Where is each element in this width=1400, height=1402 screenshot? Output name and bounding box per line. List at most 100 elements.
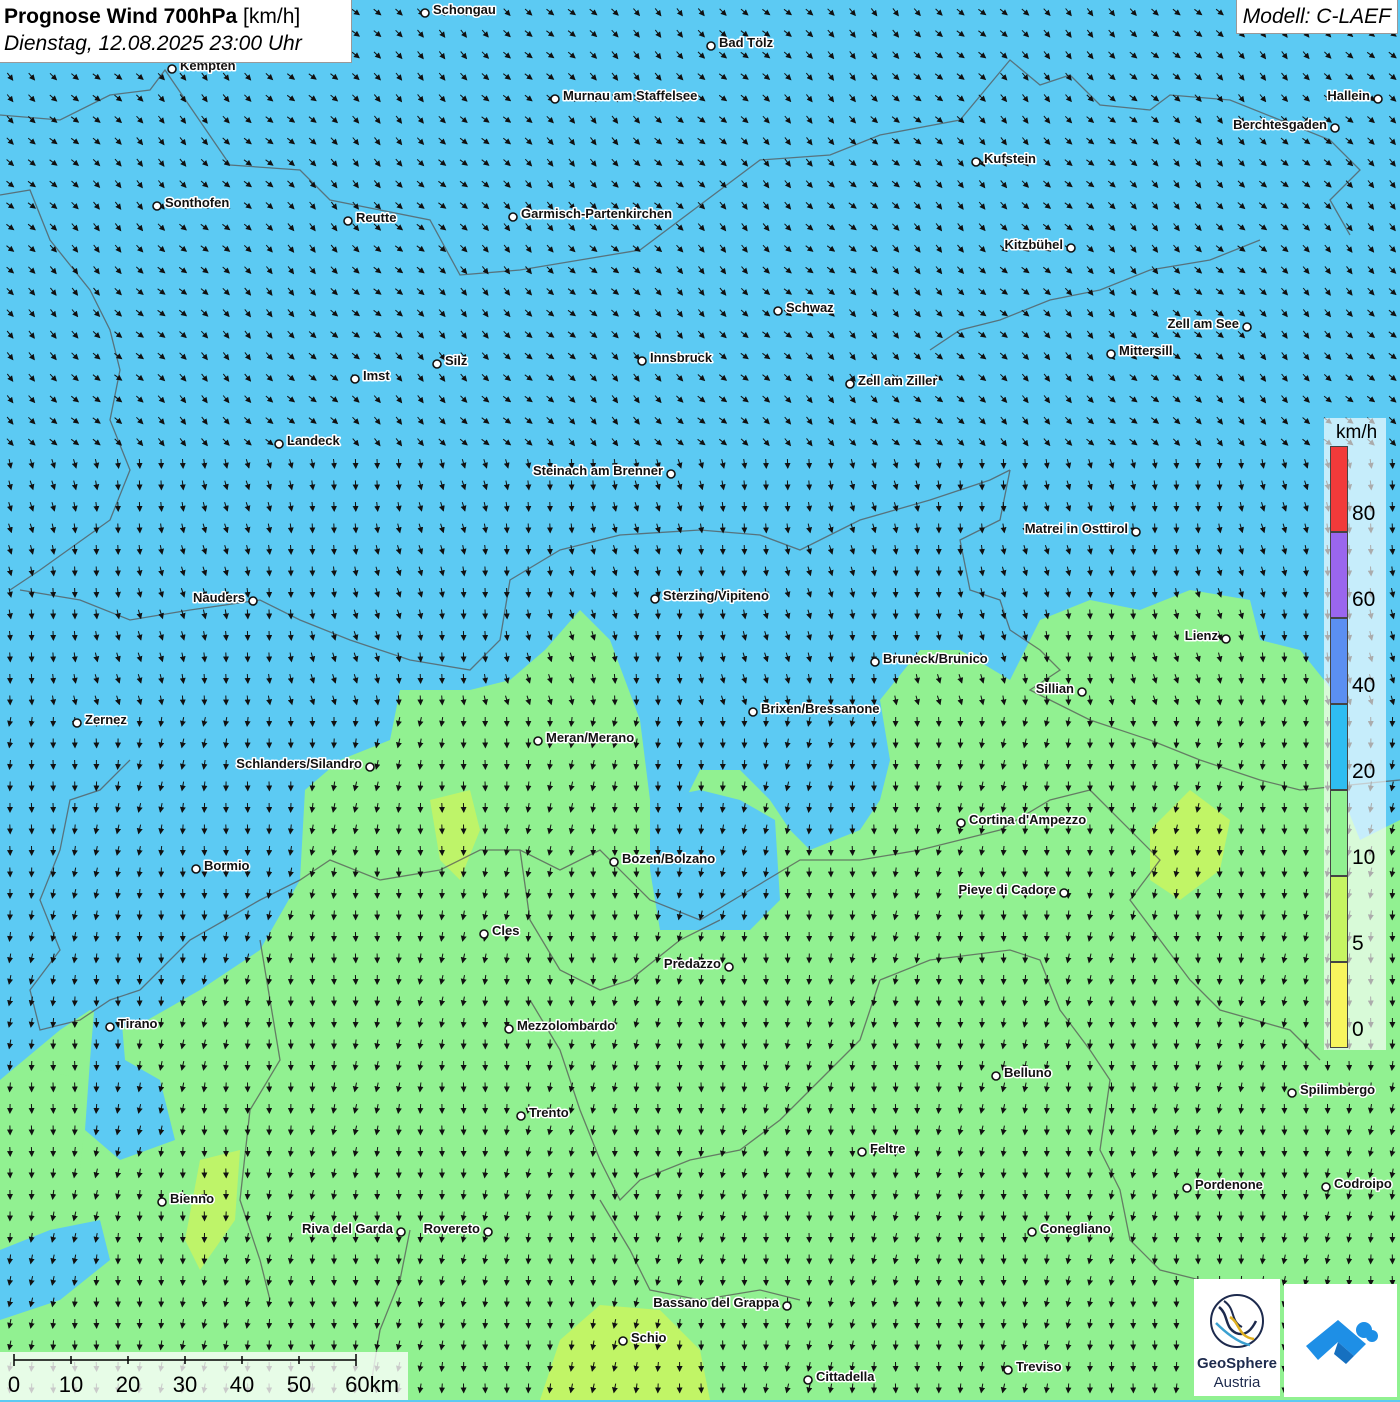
city-label: Murnau am Staffelsee xyxy=(563,88,697,103)
city-label: Mezzolombardo xyxy=(517,1018,615,1033)
wind-arrow xyxy=(744,932,745,941)
wind-arrow xyxy=(1003,1169,1004,1178)
city-label: Sterzing/Vipiteno xyxy=(663,588,769,603)
city-label: Nauders xyxy=(193,590,245,605)
wind-arrow xyxy=(1133,803,1134,812)
city-dot xyxy=(651,595,659,603)
wind-arrow xyxy=(420,1104,421,1113)
city-label: Kufstein xyxy=(984,151,1036,166)
city-label: Zell am See xyxy=(1167,316,1239,331)
geosphere-logo[interactable]: GeoSphere Austria xyxy=(1194,1279,1280,1396)
city-marker: Spilimbergo xyxy=(1288,1082,1375,1097)
city-marker: Bozen/Bolzano xyxy=(610,851,715,866)
legend-tick-label: 40 xyxy=(1352,674,1375,698)
wind-arrow xyxy=(291,1126,292,1135)
city-label: Cortina d'Ampezzo xyxy=(969,812,1086,827)
wind-arrow xyxy=(204,1255,205,1264)
city-label: Rovereto xyxy=(424,1221,480,1236)
wind-arrow xyxy=(982,524,983,533)
city-dot xyxy=(480,930,488,938)
city-label: Landeck xyxy=(287,433,341,448)
legend-band xyxy=(1330,962,1348,1048)
wind-arrow xyxy=(1284,696,1285,705)
scale-bar-line xyxy=(0,1352,408,1372)
wind-arrow xyxy=(1176,481,1177,490)
wind-arrow xyxy=(874,1190,875,1199)
wind-arrow xyxy=(1133,975,1134,984)
wind-arrow xyxy=(53,588,54,597)
city-marker: Steinach am Brenner xyxy=(533,463,675,478)
city-label: Pieve di Cadore xyxy=(958,882,1056,897)
city-dot xyxy=(1004,1366,1012,1374)
legend-band xyxy=(1330,876,1348,962)
wind-arrow xyxy=(442,1212,443,1221)
wind-legend: km/h 051020406080 xyxy=(1324,418,1386,1050)
wind-arrow xyxy=(615,1126,616,1135)
legend-unit: km/h xyxy=(1336,422,1377,444)
city-label: Berchtesgaden xyxy=(1233,117,1327,132)
wind-arrow xyxy=(1155,1083,1156,1092)
wind-arrow xyxy=(31,739,32,748)
city-dot xyxy=(249,597,257,605)
wind-arrow xyxy=(658,1061,659,1070)
wind-arrow xyxy=(161,1319,162,1328)
map-title-main: Prognose Wind 700hPa xyxy=(4,5,237,28)
scale-label: 60km xyxy=(345,1372,399,1398)
city-dot xyxy=(1132,528,1140,536)
wind-arrow xyxy=(895,588,896,597)
city-label: Kitzbühel xyxy=(1005,237,1064,252)
wind-arrow xyxy=(1068,1384,1069,1393)
wind-arrow xyxy=(895,846,896,855)
wind-arrow xyxy=(939,954,940,963)
legend-tick-label: 60 xyxy=(1352,588,1375,612)
city-dot xyxy=(366,763,374,771)
wind-arrow xyxy=(744,1384,745,1393)
wind-arrow xyxy=(528,1083,529,1092)
legend-band xyxy=(1330,790,1348,876)
wind-arrow xyxy=(787,1319,788,1328)
wind-arrow xyxy=(766,1212,767,1221)
city-label: Bassano del Grappa xyxy=(653,1295,779,1310)
city-marker: Bassano del Grappa xyxy=(653,1295,791,1310)
legend-band xyxy=(1330,446,1348,532)
city-marker: Schlanders/Silandro xyxy=(236,756,374,771)
wind-arrow xyxy=(1133,610,1134,619)
legend-tick-label: 80 xyxy=(1352,502,1375,526)
wind-arrow xyxy=(679,1341,680,1350)
wind-arrow xyxy=(463,868,464,877)
city-label: Riva del Garda xyxy=(302,1221,394,1236)
geosphere-mark-icon xyxy=(1194,1287,1280,1357)
wind-arrow xyxy=(593,481,594,490)
wind-arrow xyxy=(744,567,745,576)
wind-arrow xyxy=(939,782,940,791)
city-dot xyxy=(1078,688,1086,696)
city-label: Brixen/Bressanone xyxy=(761,701,880,716)
wind-arrow xyxy=(1068,760,1069,769)
city-marker: Matrei in Osttirol xyxy=(1025,521,1140,536)
city-dot xyxy=(1183,1184,1191,1192)
city-marker: Bruneck/Brunico xyxy=(871,651,988,666)
wind-arrow xyxy=(593,1298,594,1307)
wind-arrow xyxy=(1155,1255,1156,1264)
city-label: Imst xyxy=(363,368,390,383)
wind-arrow xyxy=(895,1018,896,1027)
city-dot xyxy=(619,1337,627,1345)
city-dot xyxy=(1060,889,1068,897)
wind-arrow xyxy=(744,760,745,769)
wind-arrow xyxy=(1263,782,1264,791)
city-dot xyxy=(158,1198,166,1206)
scale-label: 0 xyxy=(8,1372,20,1398)
app-logo-icon xyxy=(1284,1284,1397,1397)
wind-arrow xyxy=(377,997,378,1006)
city-label: Schwaz xyxy=(786,300,834,315)
wind-arrow xyxy=(636,653,637,662)
city-dot xyxy=(1107,350,1115,358)
wind-arrow xyxy=(1068,1212,1069,1221)
city-label: Hallein xyxy=(1327,88,1370,103)
city-label: Reutte xyxy=(356,210,396,225)
wind-arrow xyxy=(723,1104,724,1113)
wind-arrow xyxy=(550,1362,551,1371)
app-logo[interactable] xyxy=(1284,1284,1397,1397)
city-marker: Riva del Garda xyxy=(302,1221,405,1236)
wind-arrow xyxy=(1025,459,1026,468)
